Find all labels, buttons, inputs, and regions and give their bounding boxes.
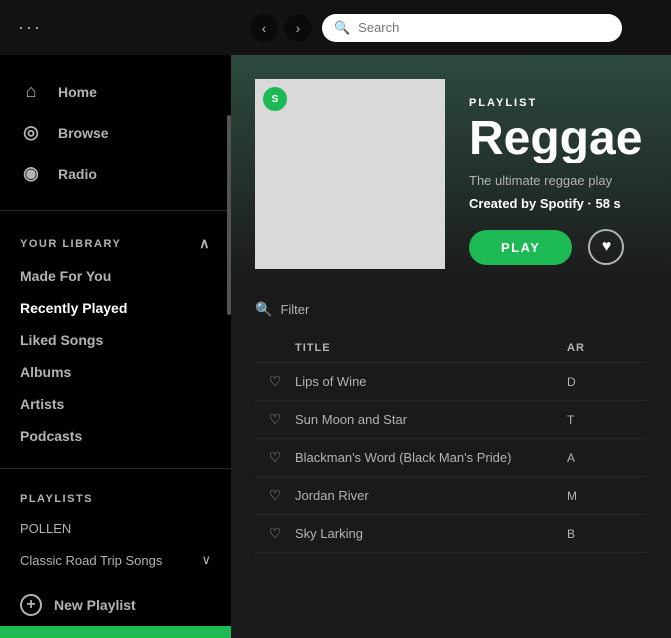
track-title: Jordan River bbox=[295, 488, 567, 503]
track-artist: A bbox=[567, 451, 647, 465]
search-input[interactable] bbox=[358, 20, 610, 35]
scrollbar-thumb[interactable] bbox=[227, 115, 231, 315]
sidebar-item-albums[interactable]: Albums bbox=[0, 356, 231, 388]
filter-row: 🔍 Filter bbox=[255, 301, 647, 318]
offline-bar: Offline ✓ bbox=[0, 626, 231, 638]
sidebar-playlist-pollen[interactable]: POLLEN bbox=[0, 513, 231, 544]
scrollbar-track bbox=[225, 55, 231, 638]
track-heart-icon[interactable]: ♡ bbox=[255, 449, 295, 466]
liked-songs-label: Liked Songs bbox=[20, 332, 103, 348]
pollen-label: POLLEN bbox=[20, 521, 71, 536]
albums-label: Albums bbox=[20, 364, 71, 380]
top-bar: ··· ‹ › 🔍 bbox=[0, 0, 671, 55]
artists-label: Artists bbox=[20, 396, 64, 412]
new-playlist-label: New Playlist bbox=[54, 597, 136, 613]
main-content: S PLAYLIST Reggae The ultimate reggae pl… bbox=[231, 55, 671, 638]
spotify-logo: S bbox=[263, 87, 287, 111]
sidebar-divider-1 bbox=[0, 210, 231, 211]
library-collapse-icon[interactable]: ∧ bbox=[199, 235, 211, 252]
library-header: Your Library ∧ bbox=[0, 227, 231, 260]
track-artist: T bbox=[567, 413, 647, 427]
chevron-down-icon: ∨ bbox=[201, 552, 211, 568]
playlists-header: Playlists bbox=[0, 485, 231, 513]
sidebar-item-home[interactable]: ⌂ Home bbox=[0, 71, 231, 112]
sidebar-item-artists[interactable]: Artists bbox=[0, 388, 231, 420]
table-row[interactable]: ♡ Lips of Wine D bbox=[255, 363, 647, 401]
table-row[interactable]: ♡ Sun Moon and Star T bbox=[255, 401, 647, 439]
classic-road-trip-label: Classic Road Trip Songs bbox=[20, 553, 162, 568]
nav-arrows: ‹ › bbox=[250, 14, 312, 42]
sidebar-item-radio[interactable]: ◉ Radio bbox=[0, 153, 231, 194]
track-table-header: TITLE AR bbox=[255, 334, 647, 363]
meta-suffix: 58 s bbox=[595, 196, 620, 211]
track-artist: D bbox=[567, 375, 647, 389]
filter-label: Filter bbox=[280, 302, 309, 317]
offline-check-icon: ✓ bbox=[192, 634, 212, 638]
table-row[interactable]: ♡ Sky Larking B bbox=[255, 515, 647, 553]
playlist-description: The ultimate reggae play bbox=[469, 173, 647, 188]
col-title-header: TITLE bbox=[295, 342, 567, 354]
sidebar-nav: ⌂ Home ◎ Browse ◉ Radio bbox=[0, 55, 231, 202]
sidebar-divider-2 bbox=[0, 468, 231, 469]
search-bar: 🔍 bbox=[322, 14, 622, 42]
playlist-type-label: PLAYLIST bbox=[469, 97, 647, 109]
save-heart-button[interactable]: ♥ bbox=[588, 229, 624, 265]
search-icon: 🔍 bbox=[334, 20, 350, 36]
recently-played-label: Recently Played bbox=[20, 300, 127, 316]
table-row[interactable]: ♡ Jordan River M bbox=[255, 477, 647, 515]
track-list-area: 🔍 Filter TITLE AR ♡ Lips of Wine D ♡ Sun… bbox=[231, 285, 671, 569]
window-controls[interactable]: ··· bbox=[10, 17, 50, 38]
plus-circle-icon: + bbox=[20, 594, 42, 616]
sidebar-item-recently-played[interactable]: Recently Played bbox=[0, 292, 231, 324]
meta-prefix: Created by bbox=[469, 196, 536, 211]
track-artist: M bbox=[567, 489, 647, 503]
sidebar-item-made-for-you[interactable]: Made For You bbox=[0, 260, 231, 292]
playlists-section: Playlists POLLEN Classic Road Trip Songs… bbox=[0, 477, 231, 584]
radio-icon: ◉ bbox=[20, 163, 42, 184]
track-heart-icon[interactable]: ♡ bbox=[255, 487, 295, 504]
track-title: Sun Moon and Star bbox=[295, 412, 567, 427]
track-title: Blackman's Word (Black Man's Pride) bbox=[295, 450, 567, 465]
browse-icon: ◎ bbox=[20, 122, 42, 143]
track-title: Sky Larking bbox=[295, 526, 567, 541]
back-button[interactable]: ‹ bbox=[250, 14, 278, 42]
podcasts-label: Podcasts bbox=[20, 428, 82, 444]
sidebar-item-liked-songs[interactable]: Liked Songs bbox=[0, 324, 231, 356]
playlist-cover: S bbox=[255, 79, 445, 269]
track-heart-icon[interactable]: ♡ bbox=[255, 411, 295, 428]
track-heart-icon[interactable]: ♡ bbox=[255, 373, 295, 390]
playlist-controls: PLAY ♥ bbox=[469, 229, 647, 265]
meta-creator: Spotify bbox=[540, 196, 584, 211]
new-playlist-button[interactable]: + New Playlist bbox=[0, 584, 231, 626]
forward-button[interactable]: › bbox=[284, 14, 312, 42]
sidebar-item-home-label: Home bbox=[58, 84, 97, 100]
sidebar-item-browse-label: Browse bbox=[58, 125, 109, 141]
filter-icon: 🔍 bbox=[255, 301, 272, 318]
sidebar: ⌂ Home ◎ Browse ◉ Radio Your Library ∧ M… bbox=[0, 55, 231, 638]
heart-icon: ♥ bbox=[602, 238, 612, 256]
sidebar-item-radio-label: Radio bbox=[58, 166, 97, 182]
sidebar-playlist-classic-road-trip[interactable]: Classic Road Trip Songs ∨ bbox=[0, 544, 231, 576]
play-button[interactable]: PLAY bbox=[469, 230, 572, 265]
playlist-info: PLAYLIST Reggae The ultimate reggae play… bbox=[469, 97, 647, 269]
library-section: Your Library ∧ Made For You Recently Pla… bbox=[0, 219, 231, 460]
sidebar-item-podcasts[interactable]: Podcasts bbox=[0, 420, 231, 452]
sidebar-item-browse[interactable]: ◎ Browse bbox=[0, 112, 231, 153]
track-heart-icon[interactable]: ♡ bbox=[255, 525, 295, 542]
track-artist: B bbox=[567, 527, 647, 541]
track-title: Lips of Wine bbox=[295, 374, 567, 389]
made-for-you-label: Made For You bbox=[20, 268, 111, 284]
col-heart-header bbox=[255, 342, 295, 354]
playlist-header: S PLAYLIST Reggae The ultimate reggae pl… bbox=[231, 55, 671, 285]
home-icon: ⌂ bbox=[20, 81, 42, 102]
col-artist-header: AR bbox=[567, 342, 647, 354]
playlist-meta: Created by Spotify · 58 s bbox=[469, 196, 647, 211]
library-header-label: Your Library bbox=[20, 238, 121, 250]
main-layout: ⌂ Home ◎ Browse ◉ Radio Your Library ∧ M… bbox=[0, 55, 671, 638]
playlist-title: Reggae bbox=[469, 115, 647, 163]
table-row[interactable]: ♡ Blackman's Word (Black Man's Pride) A bbox=[255, 439, 647, 477]
